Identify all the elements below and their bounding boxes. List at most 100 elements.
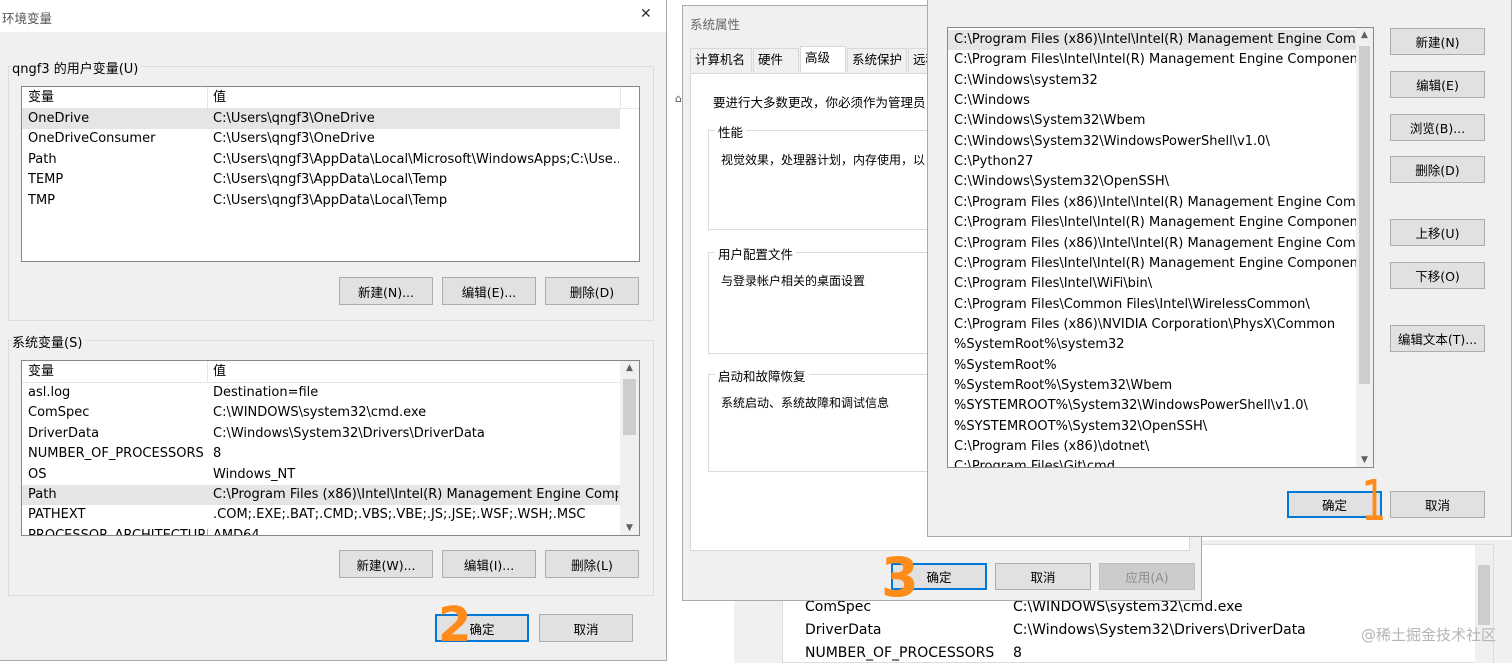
scroll-down-icon[interactable]: ▼ [1356,455,1373,465]
table-row[interactable]: DriverData C:\Windows\System32\Drivers\Dr… [22,424,620,444]
list-item[interactable]: C:\Windows\System32\Wbem [948,111,1356,131]
list-item[interactable]: C:\Python27 [948,152,1356,172]
tab-hardware[interactable]: 硬件 [753,48,799,72]
table-row[interactable]: TEMP C:\Users\qngf3\AppData\Local\Temp [22,170,620,190]
path-move-down-button[interactable]: 下移(O) [1390,262,1485,289]
list-item[interactable]: C:\Program Files (x86)\Intel\Intel(R) Ma… [948,234,1356,254]
column-header-value[interactable]: 值 [213,87,226,109]
variable-name: OneDrive [28,111,90,126]
user-delete-button[interactable]: 删除(D) [545,277,639,305]
table-row[interactable]: NUMBER_OF_PROCESSORS 8 [22,444,620,464]
variable-value: .COM;.EXE;.BAT;.CMD;.VBS;.VBE;.JS;.JSE;.… [213,507,586,523]
env-cancel-button[interactable]: 取消 [539,614,633,642]
path-cancel-button[interactable]: 取消 [1390,491,1485,518]
variable-value: 8 [213,446,222,462]
table-row[interactable]: PROCESSOR_ARCHITECTURE AMD64 [22,526,620,536]
table-row[interactable]: asl.log Destination=file [22,383,620,403]
sys-props-cancel-button[interactable]: 取消 [995,563,1091,590]
system-vars-list[interactable]: 变量 值 asl.log Destination=file ComSpec C:\WI… [21,360,640,536]
watermark: @稀土掘金技术社区 [1360,626,1496,644]
user-vars-title: qngf3 的用户变量(U) [12,58,143,77]
path-move-up-button[interactable]: 上移(U) [1390,219,1485,246]
startup-recovery-desc: 系统启动、系统故障和调试信息 [721,396,890,410]
edit-path-dialog: C:\Program Files (x86)\Intel\Intel(R) Ma… [927,0,1512,537]
list-item[interactable]: C:\Program Files\Intel\Intel(R) Manageme… [948,50,1356,70]
list-item[interactable]: C:\Program Files\Intel\Intel(R) Manageme… [948,254,1356,274]
table-row[interactable]: ComSpec C:\WINDOWS\system32\cmd.exe [22,403,620,423]
variable-value: C:\Users\qngf3\OneDrive [213,111,375,126]
scroll-up-icon[interactable]: ▲ [1356,30,1373,40]
path-rows: C:\Program Files (x86)\Intel\Intel(R) Ma… [948,28,1358,467]
variable-value: AMD64 [213,527,260,536]
system-vars-scrollbar[interactable]: ▲ ▼ [620,361,639,535]
path-edit-button[interactable]: 编辑(E) [1390,71,1485,98]
scroll-thumb[interactable] [623,379,636,435]
system-new-button[interactable]: 新建(W)... [339,550,433,578]
env-title-bar [0,0,666,32]
list-item[interactable]: C:\Windows\System32\WindowsPowerShell\v1… [948,132,1356,152]
variable-value: C:\Windows\System32\Drivers\DriverData [213,425,485,441]
table-row[interactable]: OS Windows_NT [22,465,620,485]
bg-var-name: DriverData [805,622,882,638]
user-edit-button[interactable]: 编辑(E)... [442,277,536,305]
performance-desc: 视觉效果，处理器计划，内存使用，以 [721,153,926,167]
scroll-down-icon[interactable]: ▼ [621,523,638,533]
column-header-var[interactable]: 变量 [28,87,54,109]
column-header-var[interactable]: 变量 [28,361,54,383]
list-item[interactable]: %SystemRoot%\system32 [948,335,1356,355]
list-item[interactable]: C:\Program Files (x86)\Intel\Intel(R) Ma… [948,193,1356,213]
table-row[interactable]: OneDrive C:\Users\qngf3\OneDrive [22,109,620,129]
scroll-thumb[interactable] [1359,46,1370,384]
list-item[interactable]: %SYSTEMROOT%\System32\WindowsPowerShell\… [948,396,1356,416]
user-profile-title: 用户配置文件 [715,244,797,263]
system-edit-button[interactable]: 编辑(I)... [442,550,536,578]
list-item[interactable]: C:\Windows [948,91,1356,111]
system-rows: asl.log Destination=file ComSpec C:\WINDOWS… [22,383,620,535]
list-item[interactable]: C:\Program Files\Git\cmd [948,457,1356,467]
list-item[interactable]: C:\Windows\System32\OpenSSH\ [948,172,1356,192]
list-item[interactable]: C:\Program Files\Intel\WiFi\bin\ [948,274,1356,294]
user-vars-list[interactable]: 变量 值 OneDrive C:\Users\qngf3\OneDrive OneD… [21,86,640,262]
path-delete-button[interactable]: 删除(D) [1390,156,1485,183]
table-row[interactable]: OneDriveConsumer C:\Users\qngf3\OneDrive [22,129,620,149]
path-edit-text-button[interactable]: 编辑文本(T)... [1390,325,1485,352]
list-item[interactable]: C:\Windows\system32 [948,71,1356,91]
list-item[interactable]: C:\Program Files\Common Files\Intel\Wire… [948,295,1356,315]
table-row[interactable]: Path C:\Program Files (x86)\Intel\Intel(R… [22,485,620,505]
variable-value: Destination=file [213,385,319,400]
variable-value: C:\Users\qngf3\AppData\Local\Temp [213,172,448,188]
scroll-up-icon[interactable]: ▲ [621,363,638,373]
list-item[interactable]: %SystemRoot%\System32\Wbem [948,376,1356,396]
tab-advanced[interactable]: 高级 [800,46,846,72]
bg-var-value: C:\WINDOWS\system32\cmd.exe [1013,599,1243,615]
path-browse-button[interactable]: 浏览(B)... [1390,114,1485,141]
column-header-value[interactable]: 值 [213,361,226,383]
variable-value: C:\Users\qngf3\OneDrive [213,131,375,147]
list-item[interactable]: C:\Program Files (x86)\Intel\Intel(R) Ma… [948,30,1356,50]
bg-var-value: C:\Windows\System32\Drivers\DriverData [1013,622,1306,638]
list-item[interactable]: %SYSTEMROOT%\System32\OpenSSH\ [948,417,1356,437]
user-new-button[interactable]: 新建(N)... [339,277,433,305]
system-delete-button[interactable]: 删除(L) [545,550,639,578]
list-item[interactable]: C:\Program Files (x86)\dotnet\ [948,437,1356,457]
list-item[interactable]: %SystemRoot% [948,356,1356,376]
system-vars-title: 系统变量(S) [12,332,87,351]
variable-name: Path [28,151,57,167]
performance-title: 性能 [715,122,747,141]
list-item[interactable]: C:\Program Files (x86)\NVIDIA Corporatio… [948,315,1356,335]
path-list-scrollbar[interactable]: ▲ ▼ [1356,28,1373,467]
close-icon[interactable]: ✕ [640,6,652,22]
table-row[interactable]: Path C:\Users\qngf3\AppData\Local\Microso… [22,150,620,170]
table-row[interactable]: TMP C:\Users\qngf3\AppData\Local\Temp [22,191,620,211]
tab-computer-name[interactable]: 计算机名 [690,48,752,72]
bg-var-name: NUMBER_OF_PROCESSORS [805,645,995,661]
bg-var-value: 8 [1013,645,1022,661]
table-row[interactable]: PATHEXT .COM;.EXE;.BAT;.CMD;.VBS;.VBE;.JS… [22,505,620,525]
list-item[interactable]: C:\Program Files\Intel\Intel(R) Manageme… [948,213,1356,233]
tab-system-protection[interactable]: 系统保护 [847,48,907,72]
bg-scrollbar[interactable] [1475,545,1493,663]
path-new-button[interactable]: 新建(N) [1390,28,1485,55]
path-entries-list[interactable]: C:\Program Files (x86)\Intel\Intel(R) Ma… [947,27,1374,468]
variable-value: Windows_NT [213,466,296,482]
sys-props-apply-button[interactable]: 应用(A) [1099,563,1195,590]
